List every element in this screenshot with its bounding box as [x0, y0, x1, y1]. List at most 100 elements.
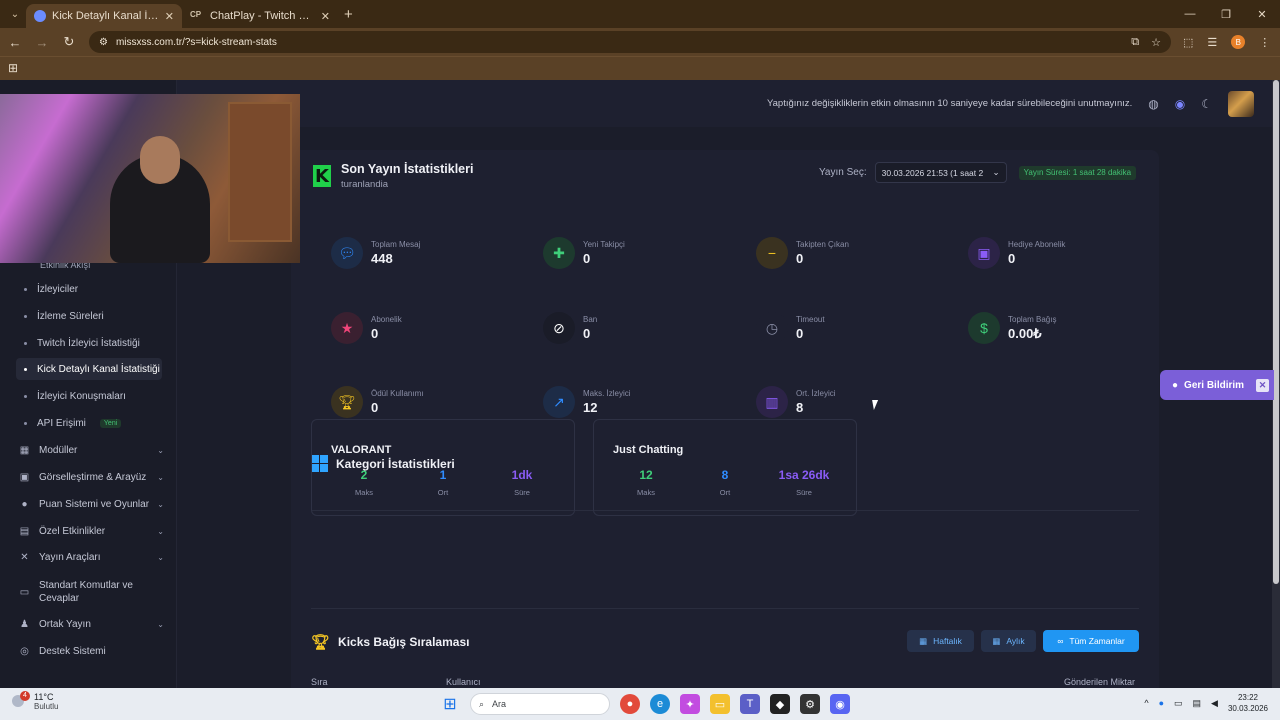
stat-abonelik: ★ Abonelik 0 — [331, 308, 531, 348]
user-avatar[interactable] — [1228, 90, 1254, 117]
network-icon[interactable]: ▤ — [1193, 698, 1202, 709]
new-badge: Yeni — [99, 418, 122, 428]
stat-label: Yeni Takipçi — [583, 240, 625, 249]
copilot-icon[interactable]: ✦ — [680, 694, 700, 714]
steam-icon[interactable]: ⚙ — [800, 694, 820, 714]
column-header-user: Kullanıcı — [446, 677, 481, 687]
gift-icon: ▤ — [19, 526, 30, 537]
sidebar-item-yayin-araclari[interactable]: ✕ Yayın Araçları ⌄ — [18, 552, 164, 563]
stat-value: 0 — [583, 326, 591, 341]
browser-tab-kick-stats[interactable]: Kick Detaylı Kanal İstatistiği - M ✕ — [26, 4, 182, 28]
keyboard-icon[interactable]: ▭ — [1174, 698, 1183, 709]
sidebar-item-ozel-etkinlikler[interactable]: ▤ Özel Etkinlikler ⌄ — [18, 526, 164, 537]
scrollbar-thumb[interactable] — [1273, 80, 1279, 584]
install-app-icon[interactable]: ⧉ — [1131, 36, 1139, 49]
sidebar-item-izleme-sureleri[interactable]: İzleme Süreleri — [16, 305, 162, 327]
sidebar-item-gorsellestirme[interactable]: ▣ Görselleştirme & Arayüz ⌄ — [18, 472, 164, 483]
sidebar-item-destek[interactable]: ◎ Destek Sistemi — [18, 646, 164, 657]
stat-value: 0 — [583, 251, 591, 266]
sidebar-item-twitch-stats[interactable]: Twitch İzleyici İstatistiği — [16, 332, 162, 354]
sidebar-item-api[interactable]: API Erişimi Yeni — [16, 412, 162, 434]
browser-tab-bar: ⌄ Kick Detaylı Kanal İstatistiği - M ✕ C… — [0, 0, 1280, 28]
volume-icon[interactable]: ◀ — [1211, 698, 1218, 709]
sidebar-item-puan-sistemi[interactable]: ● Puan Sistemi ve Oyunlar ⌄ — [18, 499, 164, 510]
sidebar-item-moduller[interactable]: ▦ Modüller ⌄ — [18, 445, 164, 456]
stat-timeout: ◷ Timeout 0 — [756, 308, 956, 348]
stat-label: Hediye Abonelik — [1008, 240, 1066, 249]
tab-title: Kick Detaylı Kanal İstatistiği - M — [52, 10, 159, 22]
weekly-button[interactable]: ▦ Haftalık — [907, 630, 974, 652]
trophy-icon: 🏆︎ — [311, 634, 331, 651]
search-icon: ⌕ — [479, 698, 485, 709]
stat-value: 0 — [371, 400, 379, 415]
profile-avatar[interactable]: B — [1231, 35, 1246, 49]
start-icon[interactable]: ⊞ — [440, 694, 460, 714]
sidebar-item-kick-stats[interactable]: Kick Detaylı Kanal İstatistiği — [16, 358, 162, 380]
bookmarks-bar: ⊞ — [0, 56, 1280, 80]
weather-widget[interactable]: 4 11°C Bulutlu — [10, 690, 58, 711]
extensions-icon[interactable]: ⬚ — [1183, 36, 1193, 49]
stream-duration-badge: Yayın Süresi: 1 saat 28 dakika — [1018, 165, 1137, 180]
stat-ort-i-zleyici: ▥ Ort. İzleyici 8 — [756, 382, 956, 422]
kick-logo-icon: K — [313, 165, 331, 187]
sidebar-item-ortak-yayin[interactable]: ♟ Ortak Yayın ⌄ — [18, 619, 164, 630]
feedback-close-icon[interactable]: ✕ — [1256, 378, 1270, 392]
stream-select-dropdown[interactable]: 30.03.2026 21:53 (1 saat 2 ⌄ — [874, 162, 1007, 183]
back-icon[interactable]: ← — [3, 35, 27, 50]
stream-stats-header: K Son Yayın İstatistikleri turanlandia — [313, 162, 473, 190]
category-card-valorant: VALORANT 2 Maks 1 Ort 1dk Süre — [311, 419, 575, 516]
tab-search-chevron-icon[interactable]: ⌄ — [4, 3, 26, 25]
all-time-button[interactable]: ∞ Tüm Zamanlar — [1043, 630, 1139, 652]
close-tab-icon[interactable]: ✕ — [165, 10, 174, 23]
feedback-button[interactable]: ● Geri Bildirim ✕ — [1160, 370, 1274, 400]
tools-icon: ✕ — [20, 552, 29, 563]
monthly-button[interactable]: ▦ Aylık — [981, 630, 1036, 652]
sidebar-item-label: İzleyici Konuşmaları — [37, 390, 126, 402]
reload-icon[interactable]: ↻ — [57, 34, 81, 50]
microphone-icon[interactable]: ● — [1159, 698, 1164, 708]
close-window-icon[interactable]: ✕ — [1244, 0, 1280, 28]
app-icon[interactable]: ◆ — [770, 694, 790, 714]
chrome-icon[interactable]: ● — [620, 694, 640, 714]
edge-icon[interactable]: e — [650, 694, 670, 714]
taskbar-search[interactable]: ⌕ Ara — [470, 693, 610, 715]
address-bar[interactable]: ⚙ missxss.com.tr/?s=kick-stream-stats ⧉ … — [89, 31, 1171, 53]
file-explorer-icon[interactable]: ▭ — [710, 694, 730, 714]
forward-icon[interactable]: → — [30, 35, 54, 50]
sidebar-item-izleyici-konusmalari[interactable]: İzleyici Konuşmaları — [16, 385, 162, 407]
minimize-icon[interactable]: — — [1172, 0, 1208, 28]
sidebar-item-standart-komutlar[interactable]: ▭ Standart Komutlar ve Cevaplar — [18, 579, 164, 605]
close-tab-icon[interactable]: ✕ — [321, 10, 330, 23]
clock[interactable]: 23:22 30.03.2026 — [1228, 692, 1268, 714]
new-tab-icon[interactable]: + — [344, 6, 353, 23]
sidebar-item-label: Twitch İzleyici İstatistiği — [37, 337, 140, 349]
menu-icon[interactable]: ⋮ — [1259, 36, 1270, 49]
bookmark-star-icon[interactable]: ☆ — [1151, 36, 1161, 49]
weekly-button-label: Haftalık — [933, 636, 962, 646]
discord-icon[interactable]: ◉ — [1175, 97, 1185, 111]
restore-icon[interactable]: ❐ — [1208, 0, 1244, 28]
headset-icon[interactable]: ◍ — [1148, 97, 1158, 111]
top-header: Yaptığınız değişikliklerin etkin olmasın… — [177, 80, 1272, 127]
sidebar-item-izleyiciler[interactable]: İzleyiciler — [16, 278, 162, 300]
discord-taskbar-icon[interactable]: ◉ — [830, 694, 850, 714]
site-info-icon[interactable]: ⚙ — [99, 37, 108, 48]
avg-label: Ort — [437, 488, 449, 497]
section-title: Son Yayın İstatistikleri — [341, 162, 474, 176]
apps-grid-icon[interactable]: ⊞ — [8, 61, 18, 75]
teams-icon[interactable]: T — [740, 694, 760, 714]
stat--d-l-kullan-m-: 🏆︎ Ödül Kullanımı 0 — [331, 382, 531, 422]
moon-icon[interactable]: ☾ — [1201, 97, 1212, 111]
feedback-label: Geri Bildirim — [1184, 379, 1245, 391]
users-icon: ♟ — [20, 619, 29, 630]
chevron-down-icon: ⌄ — [157, 527, 164, 536]
reading-list-icon[interactable]: ☰ — [1207, 36, 1217, 49]
monthly-button-label: Aylık — [1006, 636, 1025, 646]
chevron-down-icon: ⌄ — [157, 620, 164, 629]
browser-tab-chatplay[interactable]: CP ChatPlay - Twitch & Kick İzleyic ✕ — [182, 4, 338, 28]
browser-toolbar: ← → ↻ ⚙ missxss.com.tr/?s=kick-stream-st… — [0, 28, 1280, 56]
stat-label: Ödül Kullanımı — [371, 389, 424, 398]
max-label: Maks — [355, 488, 373, 497]
chevron-up-icon[interactable]: ^ — [1144, 698, 1148, 708]
bullet-icon — [24, 394, 27, 398]
